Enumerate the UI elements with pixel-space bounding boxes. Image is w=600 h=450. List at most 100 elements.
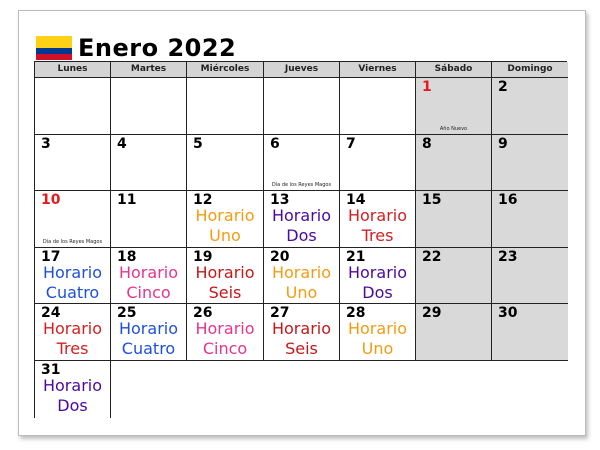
shift-label: Horario Dos	[340, 263, 415, 303]
day-cell[interactable]: 3	[35, 135, 111, 191]
shift-word: Horario	[118, 263, 178, 282]
day-cell[interactable]: 19 Horario Seis	[187, 248, 264, 304]
colombia-flag-icon	[36, 36, 72, 60]
day-cell[interactable]: 23	[492, 248, 568, 304]
day-number: 29	[422, 305, 442, 321]
day-number: 9	[498, 136, 508, 152]
shift-word: Horario	[195, 263, 255, 282]
day-number: 15	[422, 192, 442, 208]
weekday-header: Sábado	[416, 62, 492, 78]
shift-word: Horario	[42, 319, 102, 338]
holiday-label: Día de los Reyes Magos	[271, 182, 332, 188]
shift-word: Horario	[347, 206, 407, 225]
empty-cell[interactable]	[264, 78, 340, 135]
day-cell[interactable]: 30	[492, 304, 568, 361]
shift-number: Seis	[285, 339, 318, 358]
day-cell[interactable]: 24 Horario Tres	[35, 304, 111, 361]
day-cell[interactable]: 21 Horario Dos	[340, 248, 416, 304]
day-number: 10	[41, 192, 61, 208]
day-cell[interactable]: 8	[416, 135, 492, 191]
day-cell[interactable]: 25 Horario Cuatro	[111, 304, 187, 361]
shift-number: Cuatro	[45, 283, 100, 302]
day-number: 30	[498, 305, 518, 321]
shift-number: Cinco	[126, 283, 171, 302]
shift-number: Tres	[56, 339, 89, 358]
shift-word: Horario	[42, 263, 102, 282]
empty-cell[interactable]	[111, 78, 187, 135]
shift-word: Horario	[271, 263, 331, 282]
shift-number: Cinco	[202, 339, 248, 358]
day-cell[interactable]: 5	[187, 135, 264, 191]
day-cell[interactable]: 31 Horario Dos	[35, 361, 111, 418]
calendar-title: Enero 2022	[78, 34, 237, 62]
empty-cell[interactable]	[187, 78, 264, 135]
day-number: 16	[498, 192, 518, 208]
shift-label: Horario Dos	[264, 206, 339, 246]
day-number: 6	[270, 136, 280, 152]
shift-number: Dos	[362, 283, 393, 302]
shift-label: Horario Cuatro	[35, 263, 110, 303]
shift-label: Horario Tres	[35, 319, 110, 359]
shift-number: Dos	[286, 226, 317, 245]
day-number: 1	[422, 79, 432, 95]
month-grid: Lunes Martes Miércoles Jueves Viernes Sábado D…	[34, 61, 568, 418]
shift-label: Horario Cuatro	[111, 319, 186, 359]
weekday-header: Domingo	[492, 62, 568, 78]
day-cell[interactable]: 14 Horario Tres	[340, 191, 416, 248]
day-cell[interactable]: 9	[492, 135, 568, 191]
flag-stripe-yellow	[36, 36, 72, 48]
day-cell[interactable]: 7	[340, 135, 416, 191]
shift-word: Horario	[347, 319, 407, 338]
day-number: 22	[422, 249, 442, 265]
shift-word: Horario	[42, 376, 102, 395]
day-cell[interactable]: 11	[111, 191, 187, 248]
flag-stripe-red	[36, 54, 72, 60]
shift-label: Horario Cinco	[187, 319, 263, 359]
day-number: 8	[422, 136, 432, 152]
empty-trailing-area	[111, 361, 568, 418]
weekday-header: Lunes	[35, 62, 111, 78]
day-number: 2	[498, 79, 508, 95]
shift-word: Horario	[118, 319, 178, 338]
day-cell[interactable]: 18 Horario Cinco	[111, 248, 187, 304]
shift-word: Horario	[347, 263, 407, 282]
day-cell[interactable]: 27 Horario Seis	[264, 304, 340, 361]
day-number: 4	[117, 136, 127, 152]
day-cell[interactable]: 28 Horario Uno	[340, 304, 416, 361]
shift-number: Dos	[57, 396, 88, 415]
day-cell[interactable]: 15	[416, 191, 492, 248]
shift-number: Uno	[209, 226, 241, 245]
weekday-header: Jueves	[264, 62, 340, 78]
day-cell[interactable]: 16	[492, 191, 568, 248]
shift-word: Horario	[271, 319, 331, 338]
shift-label: Horario Dos	[35, 376, 110, 416]
day-number: 7	[346, 136, 356, 152]
day-cell[interactable]: 4	[111, 135, 187, 191]
shift-label: Horario Seis	[187, 263, 263, 303]
empty-cell[interactable]	[340, 78, 416, 135]
shift-number: Seis	[208, 283, 242, 302]
day-cell[interactable]: 10 Día de los Reyes Magos	[35, 191, 111, 248]
day-cell[interactable]: 13 Horario Dos	[264, 191, 340, 248]
holiday-label: Día de los Reyes Magos	[42, 239, 103, 245]
day-cell[interactable]: 1 Año Nuevo	[416, 78, 492, 135]
weekday-header: Miércoles	[187, 62, 264, 78]
day-cell[interactable]: 6 Día de los Reyes Magos	[264, 135, 340, 191]
shift-label: Horario Seis	[264, 319, 339, 359]
shift-number: Tres	[361, 226, 394, 245]
shift-word: Horario	[195, 319, 255, 338]
day-cell[interactable]: 17 Horario Cuatro	[35, 248, 111, 304]
day-cell[interactable]: 26 Horario Cinco	[187, 304, 264, 361]
day-number: 5	[193, 136, 203, 152]
empty-cell[interactable]	[35, 78, 111, 135]
weekday-header: Martes	[111, 62, 187, 78]
shift-label: Horario Uno	[264, 263, 339, 303]
day-cell[interactable]: 12 Horario Uno	[187, 191, 264, 248]
day-cell[interactable]: 20 Horario Uno	[264, 248, 340, 304]
day-number: 23	[498, 249, 518, 265]
day-cell[interactable]: 29	[416, 304, 492, 361]
shift-label: Horario Uno	[340, 319, 415, 359]
shift-label: Horario Tres	[340, 206, 415, 246]
day-cell[interactable]: 2	[492, 78, 568, 135]
day-cell[interactable]: 22	[416, 248, 492, 304]
